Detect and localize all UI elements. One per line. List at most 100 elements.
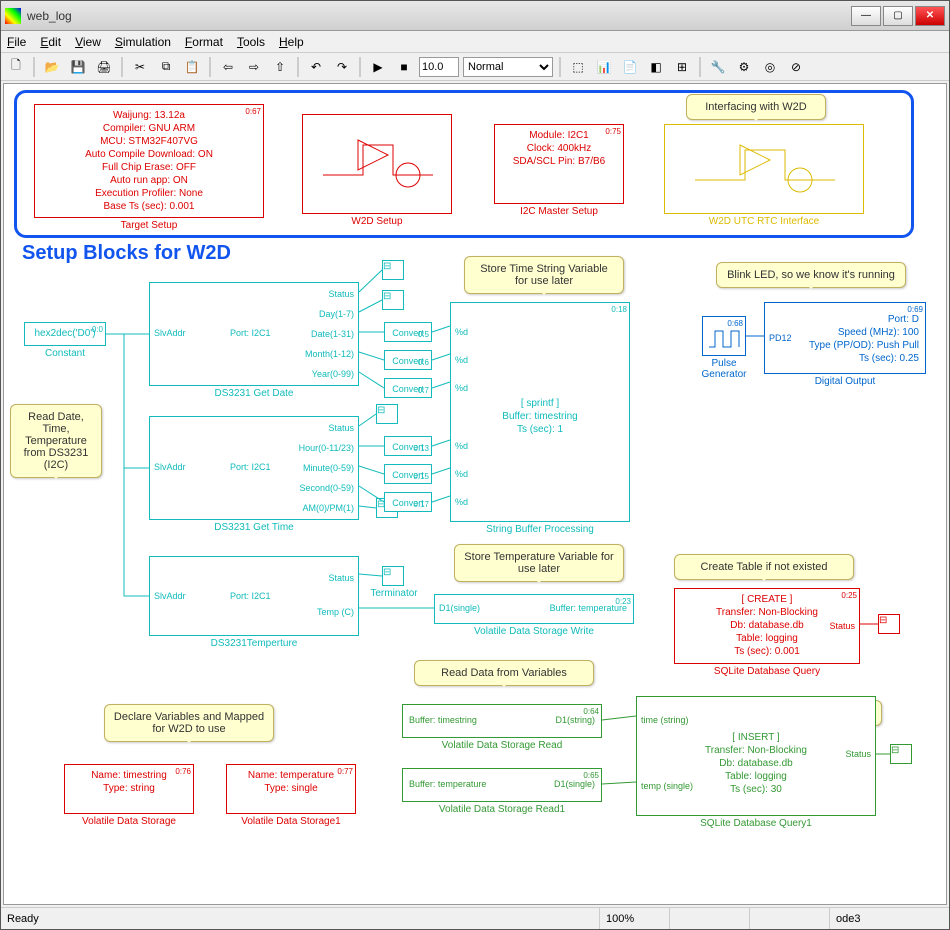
copy-icon[interactable]: ⧉ [155,56,177,78]
note-read-dtt: Read Date, Time, Temperature from DS3231… [10,404,102,478]
block-getdate[interactable]: SlvAddr Port: I2C1 Status Day(1-7) Date(… [149,282,359,386]
block-convert-5[interactable]: Convert0:17 [384,492,432,512]
block-display-3[interactable]: ⊟ [376,404,398,424]
window-title: web_log [27,9,851,23]
app-icon [5,8,21,24]
note-blink: Blink LED, so we know it's running [716,262,906,288]
label-vdsr0: Volatile Data Storage Read [402,740,602,751]
toolbar: 🗋 📂 💾 🖨 ✂ ⧉ 📋 ⇦ ⇨ ⇧ ↶ ↷ ▶ ■ Normal ⬚ 📊 📄… [1,53,949,81]
menu-edit[interactable]: Edit [40,35,61,49]
tool-icon-8[interactable]: ◎ [759,56,781,78]
print-icon[interactable]: 🖨 [93,56,115,78]
label-sql-create: SQLite Database Query [674,666,860,677]
label-vdswrite: Volatile Data Storage Write [434,626,634,637]
block-target-setup[interactable]: 0:67 Waijung: 13.12a Compiler: GNU ARM M… [34,104,264,218]
label-getdate: DS3231 Get Date [149,388,359,399]
block-convert-3[interactable]: Convert0:13 [384,436,432,456]
block-terminator[interactable]: ⊟ [382,566,404,586]
redo-icon[interactable]: ↷ [331,56,353,78]
label-w2d-setup: W2D Setup [302,216,452,227]
block-vds0[interactable]: 0:76 Name: timestring Type: string [64,764,194,814]
block-convert-4[interactable]: Convert0:15 [384,464,432,484]
label-digout: Digital Output [764,376,926,387]
menu-file[interactable]: File [7,35,26,49]
status-blank1 [669,908,749,929]
note-create-table: Create Table if not existed [674,554,854,580]
note-store-time: Store Time String Variable for use later [464,256,624,294]
setup-title: Setup Blocks for W2D [22,242,231,265]
fwd-icon[interactable]: ⇨ [243,56,265,78]
note-interfacing: Interfacing with W2D [686,94,826,120]
tool-icon-4[interactable]: ◧ [645,56,667,78]
paste-icon[interactable]: 📋 [181,56,203,78]
block-convert-2[interactable]: Convert0:7 [384,378,432,398]
label-sql-insert: SQLite Database Query1 [636,818,876,829]
tool-icon-3[interactable]: 📄 [619,56,641,78]
status-ready: Ready [1,908,599,929]
tool-icon-9[interactable]: ⊘ [785,56,807,78]
block-w2d-setup[interactable] [302,114,452,214]
block-convert-0[interactable]: Convert0:5 [384,322,432,342]
tool-icon-1[interactable]: ⬚ [567,56,589,78]
tool-icon-5[interactable]: ⊞ [671,56,693,78]
status-blank2 [749,908,829,929]
back-icon[interactable]: ⇦ [217,56,239,78]
block-w2d-rtc[interactable] [664,124,864,214]
undo-icon[interactable]: ↶ [305,56,327,78]
block-display-2[interactable]: ⊟ [382,290,404,310]
label-pulse: Pulse Generator [690,358,758,380]
model-canvas[interactable]: Setup Blocks for W2D Interfacing with W2… [3,83,947,905]
menu-help[interactable]: Help [279,35,304,49]
note-declare: Declare Variables and Mapped for W2D to … [104,704,274,742]
block-convert-1[interactable]: Convert0:6 [384,350,432,370]
app-window: web_log — ▢ ✕ File Edit View Simulation … [0,0,950,930]
menu-view[interactable]: View [75,35,101,49]
menu-tools[interactable]: Tools [237,35,265,49]
block-pulse[interactable]: 0:68 [702,316,746,356]
block-vdswrite[interactable]: 0:23 D1(single) Buffer: temperature [434,594,634,624]
sim-mode-select[interactable]: Normal [463,57,553,77]
close-button[interactable]: ✕ [915,6,945,26]
block-strbuf[interactable]: 0:18 %d %d %d %d %d %d [ sprintf ] Buffe… [450,302,630,522]
label-target: Target Setup [34,220,264,231]
block-vds1[interactable]: 0:77 Name: temperature Type: single [226,764,356,814]
menu-simulation[interactable]: Simulation [115,35,171,49]
minimize-button[interactable]: — [851,6,881,26]
status-solver: ode3 [829,908,949,929]
note-read-vars: Read Data from Variables [414,660,594,686]
block-sql-create[interactable]: 0:25 [ CREATE ] Transfer: Non-Blocking D… [674,588,860,664]
titlebar[interactable]: web_log — ▢ ✕ [1,1,949,31]
save-icon[interactable]: 💾 [67,56,89,78]
block-gettemp[interactable]: SlvAddr Port: I2C1 Status Temp (C) [149,556,359,636]
tool-icon-2[interactable]: 📊 [593,56,615,78]
block-sql-insert[interactable]: time (string) temp (single) Status [ INS… [636,696,876,816]
stop-icon[interactable]: ■ [393,56,415,78]
block-vdsr0[interactable]: 0:64 Buffer: timestring D1(string) [402,704,602,738]
block-digout[interactable]: 0:69 PD12 Port: D Speed (MHz): 100 Type … [764,302,926,374]
block-display-1[interactable]: ⊟ [382,260,404,280]
menu-format[interactable]: Format [185,35,223,49]
block-sql-insert-term[interactable]: ⊟ [890,744,912,764]
block-sql-create-term[interactable]: ⊟ [878,614,900,634]
up-icon[interactable]: ⇧ [269,56,291,78]
menubar: File Edit View Simulation Format Tools H… [1,31,949,53]
play-icon[interactable]: ▶ [367,56,389,78]
open-icon[interactable]: 📂 [41,56,63,78]
label-i2c: I2C Master Setup [494,206,624,217]
label-strbuf: String Buffer Processing [450,524,630,535]
sim-time-input[interactable] [419,57,459,77]
statusbar: Ready 100% ode3 [1,907,949,929]
block-gettime[interactable]: SlvAddr Port: I2C1 Status Hour(0-11/23) … [149,416,359,520]
maximize-button[interactable]: ▢ [883,6,913,26]
tool-icon-6[interactable]: 🔧 [707,56,729,78]
block-i2c-master[interactable]: 0:75 Module: I2C1 Clock: 400kHz SDA/SCL … [494,124,624,204]
status-zoom: 100% [599,908,669,929]
label-gettemp: DS3231Temperture [149,638,359,649]
new-icon[interactable]: 🗋 [5,56,27,78]
block-vdsr1[interactable]: 0:65 Buffer: temperature D1(single) [402,768,602,802]
cut-icon[interactable]: ✂ [129,56,151,78]
tool-icon-7[interactable]: ⚙ [733,56,755,78]
block-constant[interactable]: 0:0 hex2dec('D0') [24,322,106,346]
label-terminator: Terminator [368,588,420,599]
note-store-temp: Store Temperature Variable for use later [454,544,624,582]
